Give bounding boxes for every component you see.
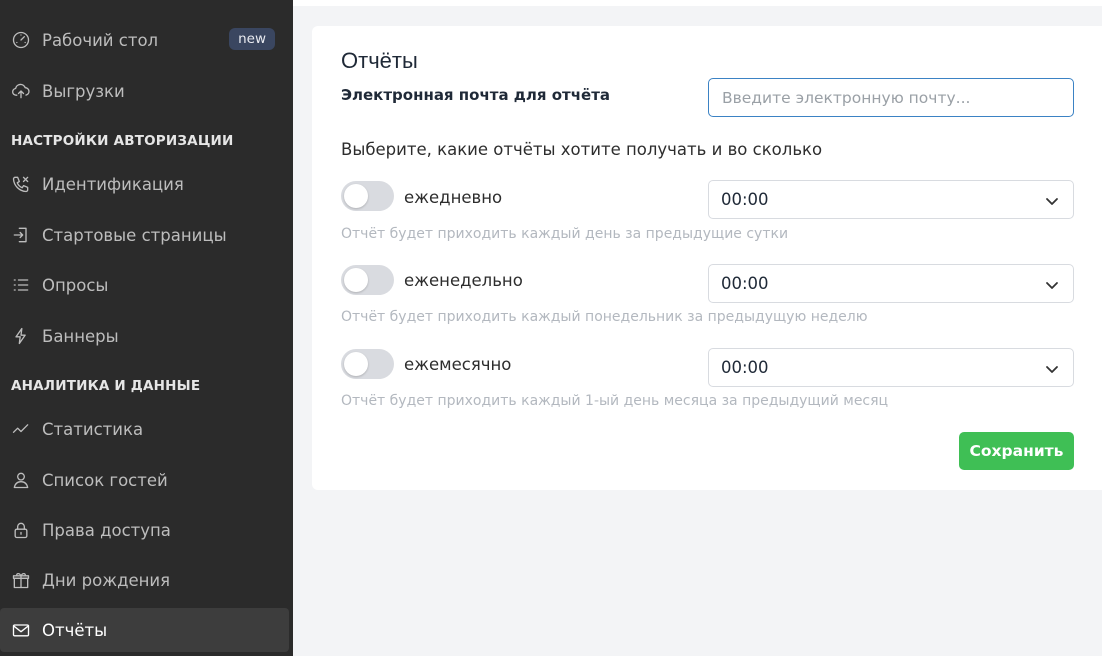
sidebar-item-reports[interactable]: Отчёты [0, 608, 289, 652]
new-badge: new [229, 28, 275, 50]
gift-icon [10, 569, 32, 591]
daily-hint: Отчёт будет приходить каждый день за пре… [341, 226, 789, 242]
weekly-toggle[interactable] [341, 265, 394, 295]
sidebar-item-label: Статистика [42, 419, 144, 439]
toggle-knob [344, 352, 368, 376]
envelope-icon [10, 619, 32, 641]
chevron-down-icon [1045, 277, 1059, 291]
sidebar-item-surveys[interactable]: Опросы [0, 263, 289, 307]
select-value: 00:00 [721, 358, 769, 377]
daily-toggle[interactable] [341, 181, 394, 211]
sidebar-item-start-pages[interactable]: Стартовые страницы [0, 213, 289, 257]
sidebar-item-label: Выгрузки [42, 81, 125, 101]
save-button[interactable]: Сохранить [959, 432, 1074, 470]
sidebar-item-label: Отчёты [42, 620, 108, 640]
lock-icon [10, 519, 32, 541]
monthly-toggle[interactable] [341, 349, 394, 379]
phone-icon [10, 173, 32, 195]
weekly-label: еженедельно [404, 271, 523, 290]
sidebar-item-guest-list[interactable]: Список гостей [0, 458, 289, 502]
sidebar-item-label: Права доступа [42, 520, 171, 540]
sidebar-item-label: Стартовые страницы [42, 225, 227, 245]
sidebar-item-label: Дни рождения [42, 570, 171, 590]
sidebar: Рабочий стол new Выгрузки НАСТРОЙКИ АВТО… [0, 0, 293, 656]
reports-subtitle: Выберите, какие отчёты хотите получать и… [341, 140, 823, 159]
lightning-icon [10, 325, 32, 347]
reports-card: Отчёты Электронная почта для отчёта Выбе… [312, 26, 1102, 490]
sign-in-icon [10, 224, 32, 246]
email-label: Электронная почта для отчёта [341, 86, 611, 104]
section-analytics: АНАЛИТИКА И ДАННЫЕ [11, 378, 201, 394]
sidebar-item-label: Идентификация [42, 174, 184, 194]
chevron-down-icon [1045, 193, 1059, 207]
sidebar-item-label: Баннеры [42, 326, 119, 346]
speedometer-icon [10, 29, 32, 51]
sidebar-item-label: Опросы [42, 275, 109, 295]
daily-label: ежедневно [404, 188, 503, 207]
sidebar-item-banners[interactable]: Баннеры [0, 314, 289, 358]
user-icon [10, 469, 32, 491]
daily-time-select[interactable]: 00:00 [708, 180, 1074, 219]
email-input[interactable] [708, 78, 1074, 117]
top-strip [293, 0, 1102, 6]
monthly-time-select[interactable]: 00:00 [708, 348, 1074, 387]
select-value: 00:00 [721, 274, 769, 293]
toggle-knob [344, 184, 368, 208]
sidebar-item-statistics[interactable]: Статистика [0, 407, 289, 451]
sidebar-item-access-rights[interactable]: Права доступа [0, 508, 289, 552]
weekly-time-select[interactable]: 00:00 [708, 264, 1074, 303]
cloud-upload-icon [10, 80, 32, 102]
select-value: 00:00 [721, 190, 769, 209]
sidebar-item-label: Рабочий стол [42, 30, 159, 50]
monthly-label: ежемесячно [404, 355, 512, 374]
sidebar-item-exports[interactable]: Выгрузки [0, 69, 289, 113]
chevron-down-icon [1045, 361, 1059, 375]
list-icon [10, 274, 32, 296]
sidebar-item-birthdays[interactable]: Дни рождения [0, 558, 289, 602]
toggle-knob [344, 268, 368, 292]
sidebar-item-identification[interactable]: Идентификация [0, 162, 289, 206]
sidebar-item-dashboard[interactable]: Рабочий стол new [0, 18, 289, 62]
monthly-hint: Отчёт будет приходить каждый 1-ый день м… [341, 393, 889, 409]
line-chart-icon [10, 418, 32, 440]
weekly-hint: Отчёт будет приходить каждый понедельник… [341, 309, 868, 325]
sidebar-item-label: Список гостей [42, 470, 168, 490]
page-title: Отчёты [341, 48, 418, 73]
section-auth-settings: НАСТРОЙКИ АВТОРИЗАЦИИ [11, 133, 234, 149]
